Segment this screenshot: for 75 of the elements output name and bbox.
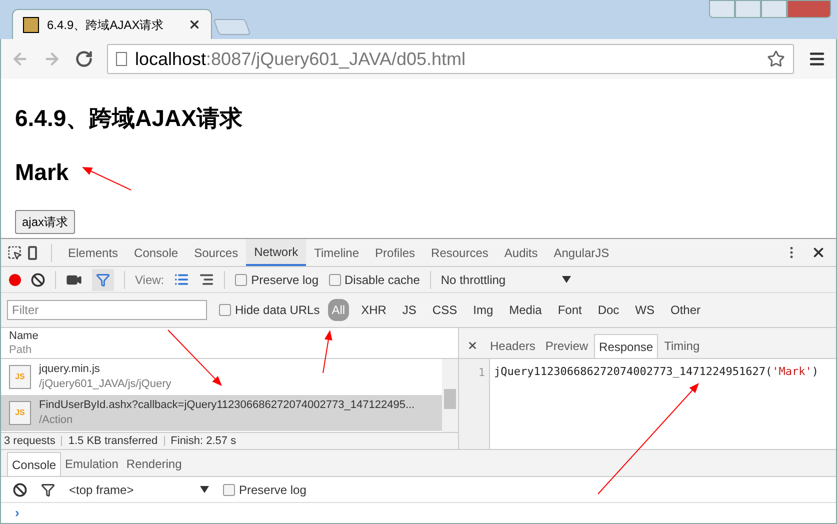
ajax-button[interactable]: ajax请求 [15, 210, 76, 234]
request-path: /jQuery601_JAVA/js/jQuery [39, 377, 172, 392]
address-bar[interactable]: localhost:8087/jQuery601_JAVA/d05.html [107, 44, 794, 74]
checkbox[interactable] [328, 274, 341, 286]
record-icon[interactable] [9, 274, 21, 286]
reload-icon[interactable] [75, 50, 93, 68]
devtools-tab[interactable]: AngularJS [546, 239, 618, 266]
response-code: jQuery112306686272074002773_1471224951627('Mark') [494, 365, 819, 378]
detail-tab[interactable]: Response [594, 334, 658, 358]
type-filter[interactable]: Doc [594, 299, 624, 322]
star-icon[interactable] [767, 50, 785, 68]
type-filter[interactable]: XHR [357, 299, 390, 322]
menu-icon[interactable] [808, 50, 826, 68]
summary-text: Finish: 2.57 s [170, 434, 236, 450]
devtools-tab[interactable]: Sources [186, 239, 246, 266]
checkbox-label: Preserve log [239, 482, 306, 499]
devtools-tab[interactable]: Resources [423, 239, 496, 266]
drawer-tab[interactable]: Emulation [61, 452, 122, 476]
column-header[interactable]: Path [9, 343, 450, 358]
clear-icon[interactable] [13, 482, 27, 497]
script-file-icon: JS [9, 401, 31, 426]
devtools-tab[interactable]: Timeline [306, 239, 368, 266]
devtools-tab[interactable]: Console [126, 239, 186, 266]
detail-tab[interactable]: Preview [541, 334, 592, 358]
type-filter[interactable]: CSS [428, 299, 462, 322]
detail-tab[interactable]: Headers [486, 334, 540, 358]
filter-field[interactable]: Filter [7, 300, 207, 320]
console-prompt[interactable]: › [15, 503, 20, 523]
drawer-tab[interactable]: Rendering [122, 452, 186, 476]
type-filter[interactable]: Font [554, 299, 586, 322]
result-heading: Mark [15, 158, 69, 188]
devtools-tab[interactable]: Network [246, 239, 306, 266]
scrollbar[interactable] [442, 359, 458, 432]
url-text: localhost:8087/jQuery601_JAVA/d05.html [135, 48, 467, 71]
device-icon[interactable] [28, 246, 37, 260]
inspect-icon[interactable] [7, 245, 22, 260]
type-filter[interactable]: JS [398, 299, 420, 322]
tab-title: 6.4.9、跨域AJAX请求 [47, 16, 165, 34]
throttling-dropdown[interactable]: No throttling [440, 270, 571, 289]
list-view-icon[interactable] [174, 272, 190, 288]
drawer-tab[interactable]: Console [7, 452, 62, 476]
request-name: jquery.min.js [39, 362, 101, 378]
devtools-tab[interactable]: Elements [60, 239, 126, 266]
request-row[interactable]: JS FindUserById.ashx?callback=jQuery112306686272074002773_147122495... /Action [1, 395, 442, 432]
page-favicon-icon [23, 16, 39, 33]
clear-icon[interactable] [31, 272, 45, 287]
type-filter[interactable]: Other [666, 299, 705, 322]
checkbox[interactable] [235, 274, 248, 286]
script-file-icon: JS [9, 365, 31, 390]
summary-text: 3 requests [4, 434, 56, 450]
request-path: /Action [39, 413, 74, 428]
checkbox-label: Preserve log [251, 272, 319, 289]
checkbox-label: Disable cache [344, 272, 420, 289]
detail-tab[interactable]: Timing [660, 334, 704, 358]
filter-icon[interactable] [41, 482, 55, 497]
view-label: View: [135, 272, 164, 289]
type-filter[interactable]: Img [469, 299, 498, 322]
page-icon [116, 52, 127, 66]
summary-text: 1.5 KB transferred [68, 434, 158, 450]
line-number: 1 [459, 359, 490, 450]
type-filter[interactable]: Media [505, 299, 546, 322]
context-dropdown[interactable]: <top frame> [69, 480, 209, 499]
waterfall-view-icon[interactable] [199, 272, 214, 288]
devtools-tab[interactable]: Audits [496, 239, 546, 266]
page-heading: 6.4.9、跨域AJAX请求 [15, 104, 244, 133]
dropdown-arrow-icon [200, 486, 209, 494]
request-name: FindUserById.ashx?callback=jQuery112306686272074002773_147122495... [39, 398, 415, 414]
browser-tab[interactable]: 6.4.9、跨域AJAX请求 [12, 9, 212, 40]
checkbox[interactable] [223, 484, 235, 496]
checkbox[interactable] [219, 304, 231, 316]
checkbox-label: Hide data URLs [235, 302, 320, 320]
type-filter[interactable]: WS [631, 299, 659, 322]
dropdown-arrow-icon [562, 276, 571, 284]
column-header[interactable]: Name [9, 329, 450, 344]
devtools-tab[interactable]: Profiles [367, 239, 424, 266]
